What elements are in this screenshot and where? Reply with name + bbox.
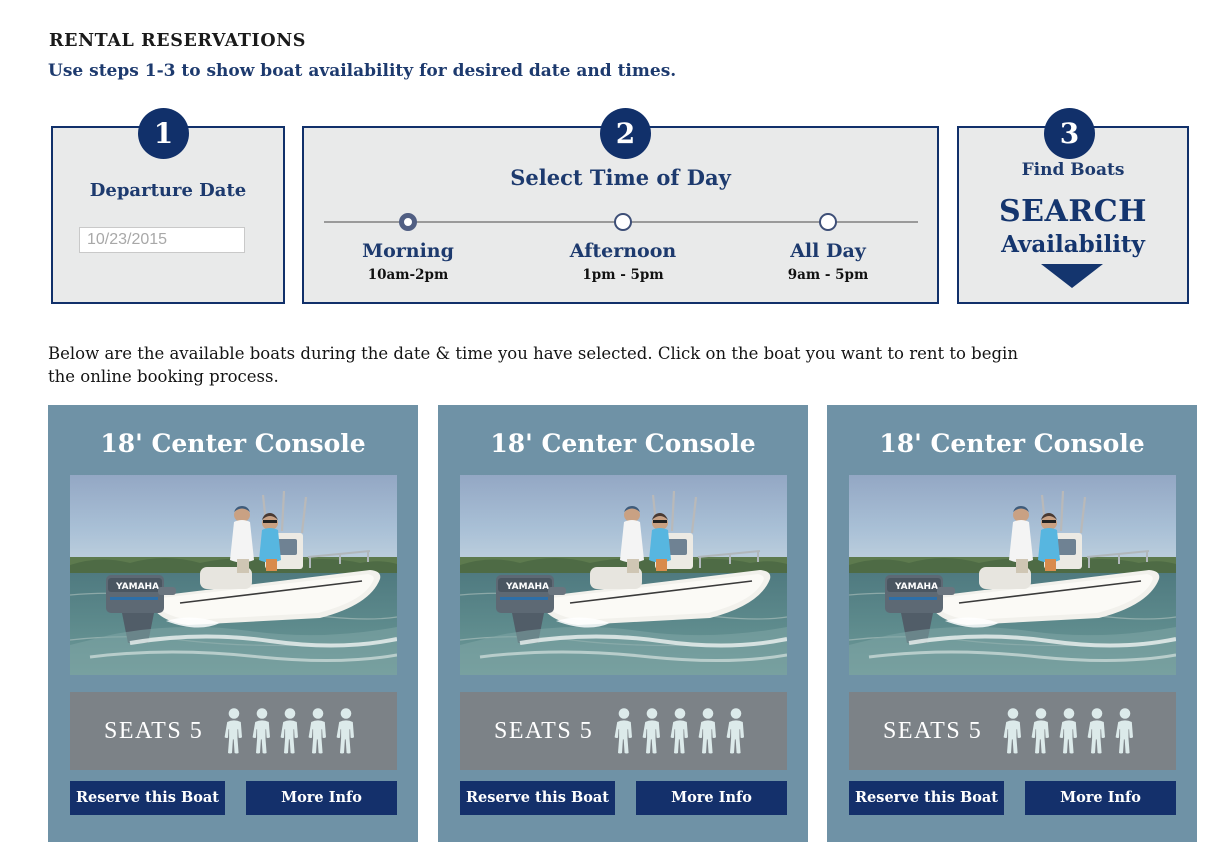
- reserve-this-boat-button[interactable]: Reserve this Boat: [70, 781, 225, 815]
- instructions-text: Below are the available boats during the…: [48, 344, 1018, 386]
- boat-card[interactable]: 18' Center Console YAMAHA SEATS 5 Reserv…: [827, 405, 1197, 842]
- card-actions: Reserve this Boat More Info: [460, 781, 787, 815]
- slider-handle-morning[interactable]: [399, 213, 417, 231]
- rental-reservations-page: RENTAL RESERVATIONS Use steps 1-3 to sho…: [0, 0, 1206, 848]
- person-icon: [224, 708, 243, 754]
- seats-bar: SEATS 5: [460, 692, 787, 770]
- seat-person-icons: [613, 707, 747, 755]
- seats-bar: SEATS 5: [70, 692, 397, 770]
- availability-label[interactable]: Availability: [957, 231, 1189, 258]
- person-icon: [1087, 708, 1106, 754]
- boat-card[interactable]: 18' Center Console YAMAHA SEATS 5 Reserv…: [48, 405, 418, 842]
- boat-photo[interactable]: YAMAHA: [70, 475, 397, 675]
- svg-text:YAMAHA: YAMAHA: [505, 582, 549, 592]
- seat-person-icons: [223, 707, 357, 755]
- departure-date-label: Departure Date: [89, 180, 247, 201]
- seats-label: SEATS 5: [883, 717, 983, 744]
- time-slot-morning-hours: 10am-2pm: [367, 267, 449, 283]
- time-slot-afternoon-hours: 1pm - 5pm: [582, 267, 664, 283]
- slider-handle-all-day[interactable]: [819, 213, 837, 231]
- seats-bar: SEATS 5: [849, 692, 1176, 770]
- person-icon: [308, 708, 327, 754]
- seat-person-icons: [1002, 707, 1136, 755]
- more-info-button[interactable]: More Info: [1025, 781, 1176, 815]
- person-icon: [726, 708, 745, 754]
- boat-card-title: 18' Center Console: [490, 429, 756, 458]
- time-slot-morning-label: Morning: [362, 240, 454, 262]
- person-icon: [614, 708, 633, 754]
- departure-date-input[interactable]: [79, 227, 245, 253]
- person-icon: [670, 708, 689, 754]
- person-icon: [1003, 708, 1022, 754]
- boat-card-title: 18' Center Console: [100, 429, 366, 458]
- person-icon: [642, 708, 661, 754]
- boat-card[interactable]: 18' Center Console YAMAHA SEATS 5 Reserv…: [438, 405, 808, 842]
- person-icon: [1031, 708, 1050, 754]
- page-title: RENTAL RESERVATIONS: [49, 31, 307, 51]
- time-slot-afternoon[interactable]: Afternoon 1pm - 5pm: [533, 240, 713, 284]
- time-slot-all-day-hours: 9am - 5pm: [787, 267, 869, 283]
- person-icon: [280, 708, 299, 754]
- chevron-down-icon: [1041, 264, 1103, 288]
- find-boats-label: Find Boats: [1021, 160, 1125, 180]
- boat-photo-image: YAMAHA: [460, 475, 787, 675]
- seats-label: SEATS 5: [494, 717, 594, 744]
- time-slot-afternoon-label: Afternoon: [569, 240, 677, 262]
- svg-text:YAMAHA: YAMAHA: [115, 582, 159, 592]
- more-info-button[interactable]: More Info: [636, 781, 787, 815]
- steps-row: 1 Departure Date 2 Select Time of Day Mo…: [0, 108, 1206, 308]
- boat-photo[interactable]: YAMAHA: [460, 475, 787, 675]
- step-1-badge: 1: [138, 108, 189, 159]
- boat-photo[interactable]: YAMAHA: [849, 475, 1176, 675]
- card-actions: Reserve this Boat More Info: [849, 781, 1176, 815]
- svg-text:YAMAHA: YAMAHA: [894, 582, 938, 592]
- reserve-this-boat-button[interactable]: Reserve this Boat: [849, 781, 1004, 815]
- person-icon: [336, 708, 355, 754]
- person-icon: [1059, 708, 1078, 754]
- seats-label: SEATS 5: [104, 717, 204, 744]
- card-actions: Reserve this Boat More Info: [70, 781, 397, 815]
- person-icon: [1115, 708, 1134, 754]
- reserve-this-boat-button[interactable]: Reserve this Boat: [460, 781, 615, 815]
- time-slot-all-day[interactable]: All Day 9am - 5pm: [738, 240, 918, 284]
- select-time-of-day-title: Select Time of Day: [510, 165, 731, 190]
- time-slot-morning[interactable]: Morning 10am-2pm: [318, 240, 498, 284]
- boat-card-title: 18' Center Console: [879, 429, 1145, 458]
- page-subtitle: Use steps 1-3 to show boat availability …: [48, 61, 677, 81]
- person-icon: [252, 708, 271, 754]
- step-3-badge: 3: [1044, 108, 1095, 159]
- person-icon: [698, 708, 717, 754]
- step-2-badge: 2: [600, 108, 651, 159]
- more-info-button[interactable]: More Info: [246, 781, 397, 815]
- boat-photo-image: YAMAHA: [70, 475, 397, 675]
- boat-card-list: 18' Center Console YAMAHA SEATS 5 Reserv…: [0, 405, 1206, 842]
- search-availability-button[interactable]: SEARCH: [957, 194, 1189, 229]
- boat-photo-image: YAMAHA: [849, 475, 1176, 675]
- time-slot-all-day-label: All Day: [790, 240, 866, 262]
- slider-handle-afternoon[interactable]: [614, 213, 632, 231]
